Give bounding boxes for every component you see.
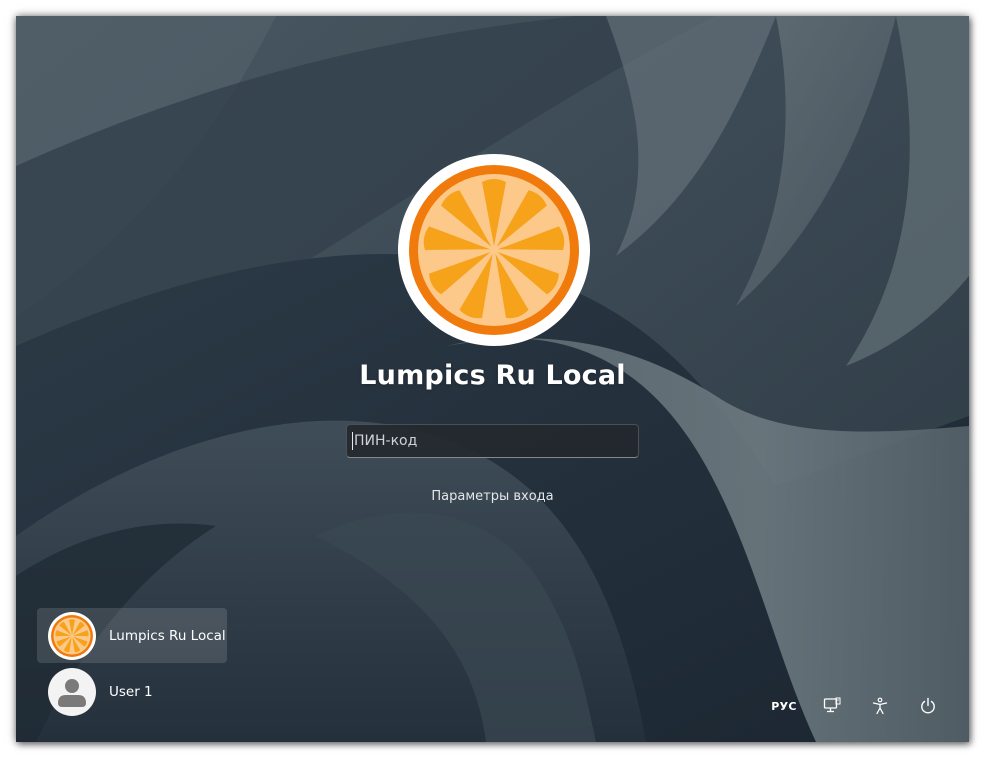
person-avatar-icon (48, 667, 96, 716)
network-button[interactable] (819, 688, 845, 724)
user-switch-item-current[interactable]: Lumpics Ru Local (37, 608, 227, 663)
user-switch-name: Lumpics Ru Local (109, 627, 226, 644)
network-icon (823, 697, 841, 713)
user-avatar-large (398, 154, 590, 346)
text-caret (352, 432, 353, 450)
sign-in-options-link[interactable]: Параметры входа (16, 489, 969, 504)
power-button[interactable] (915, 688, 941, 724)
orange-slice-avatar-icon (48, 611, 96, 660)
user-display-name: Lumpics Ru Local (359, 360, 626, 391)
accessibility-button[interactable] (867, 688, 893, 724)
accessibility-icon (872, 697, 888, 715)
pin-input[interactable] (354, 433, 624, 449)
user-switch-name: User 1 (109, 683, 153, 700)
language-indicator[interactable]: РУС (768, 688, 800, 724)
lock-screen-window: Lumpics Ru Local Параметры входа Lumpics… (16, 16, 969, 742)
user-switch-item-user1[interactable]: User 1 (37, 664, 227, 719)
pin-field[interactable] (346, 424, 639, 458)
power-icon (921, 697, 935, 714)
